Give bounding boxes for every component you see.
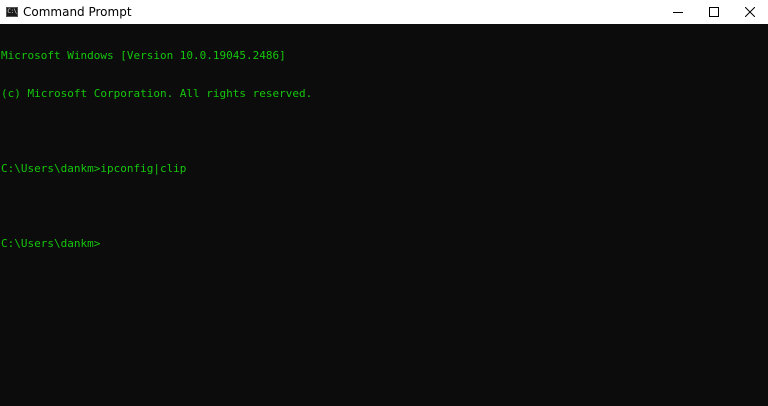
command-prompt-icon[interactable]: C:\ [6,7,18,17]
console-line-command: C:\Users\dankm>ipconfig|clip [1,161,187,175]
maximize-button[interactable] [696,0,732,24]
close-button[interactable] [732,0,768,24]
console-prompt[interactable]: C:\Users\dankm> [1,236,768,251]
console-output[interactable]: Microsoft Windows [Version 10.0.19045.24… [0,24,768,406]
prompt-text: C:\Users\dankm> [1,236,101,250]
window-title: Command Prompt [23,5,132,19]
app-icon-text: C:\ [7,8,17,15]
text-cursor [100,238,107,251]
console-line-version: Microsoft Windows [Version 10.0.19045.24… [1,49,286,62]
minimize-button[interactable] [660,0,696,24]
window-controls [660,0,768,24]
title-bar[interactable]: C:\ Command Prompt [0,0,768,24]
close-icon [745,7,755,17]
command-prompt-window: C:\ Command Prompt Microsoft Windows [Ve… [0,0,768,406]
minimize-icon [673,12,683,13]
console-line-copyright: (c) Microsoft Corporation. All rights re… [1,86,313,100]
maximize-icon [709,7,719,17]
